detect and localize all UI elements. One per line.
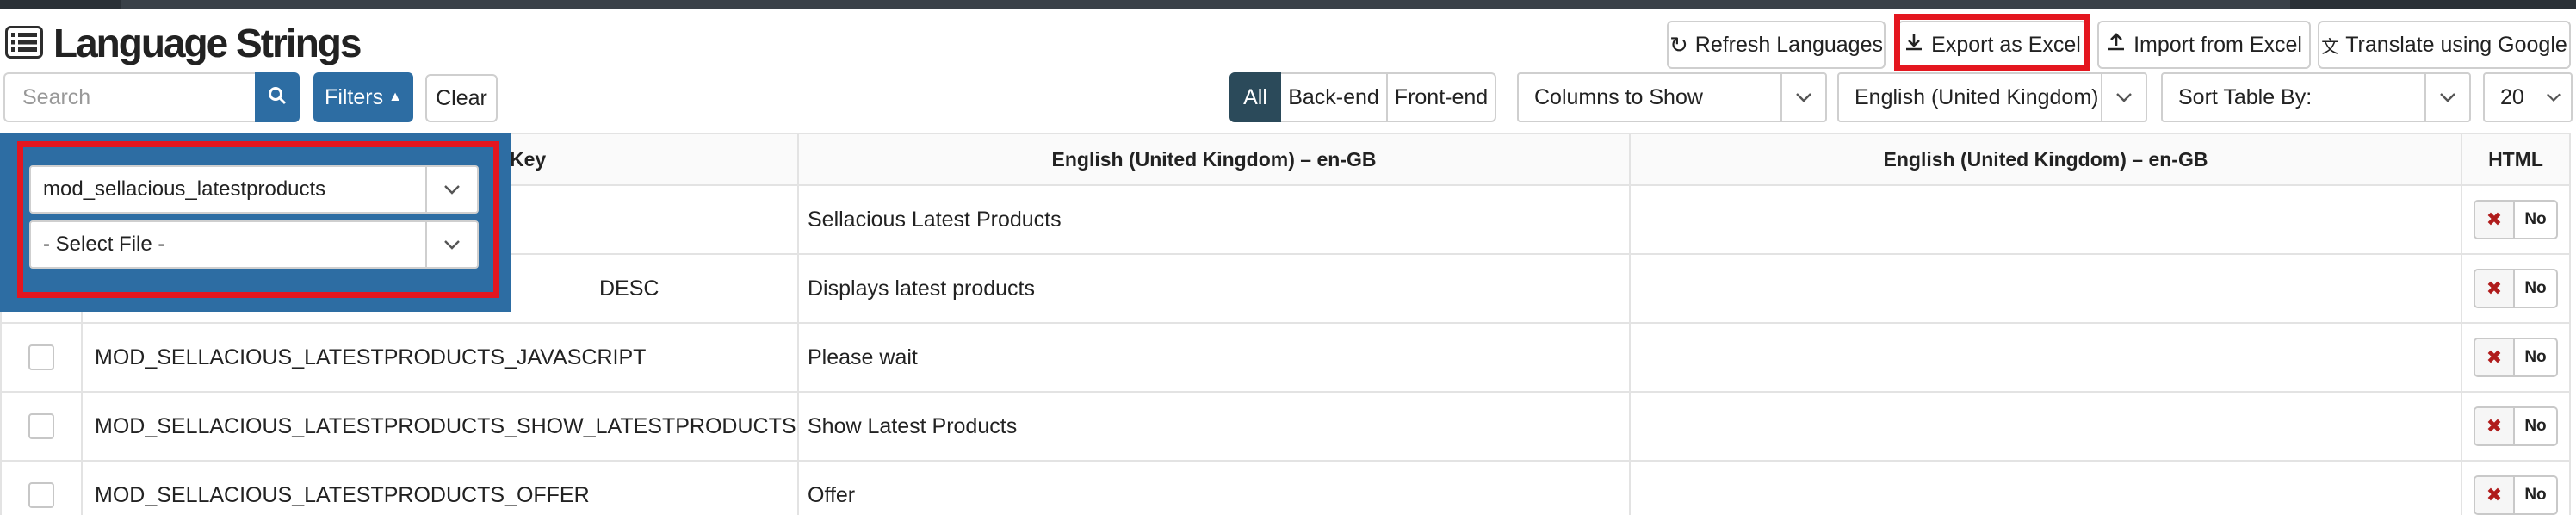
html-toggle[interactable]: ✖ No <box>2474 475 2558 515</box>
language-select-value: English (United Kingdom) <box>1855 84 2099 109</box>
html-toggle[interactable]: ✖ No <box>2474 269 2558 308</box>
string-translation[interactable] <box>1629 253 2462 324</box>
clear-button[interactable]: Clear <box>425 74 498 122</box>
row-checkbox[interactable] <box>28 344 54 370</box>
export-highlight-box <box>1894 14 2090 71</box>
filters-highlight-box <box>17 141 499 298</box>
sort-table-select[interactable]: Sort Table By: <box>2161 72 2471 122</box>
page-header: Language Strings <box>5 19 362 67</box>
list-icon <box>5 26 46 60</box>
search-icon <box>267 85 288 110</box>
search-input[interactable]: Search <box>3 72 257 122</box>
html-toggle-label: No <box>2524 417 2547 435</box>
string-value[interactable]: Sellacious Latest Products <box>797 184 1631 255</box>
lang1-column-header[interactable]: English (United Kingdom) – en-GB <box>797 133 1631 186</box>
html-toggle[interactable]: ✖ No <box>2474 406 2558 446</box>
lang2-column-header[interactable]: English (United Kingdom) – en-GB <box>1629 133 2462 186</box>
html-column-header: HTML <box>2461 133 2571 186</box>
chevron-down-icon <box>2101 74 2146 121</box>
string-translation[interactable] <box>1629 322 2462 393</box>
filters-label: Filters <box>325 84 384 109</box>
translate-icon: 文 <box>2321 37 2339 57</box>
scope-all-tab[interactable]: All <box>1229 72 1281 122</box>
page-size-select[interactable]: 20 <box>2483 72 2573 122</box>
clear-label: Clear <box>436 85 487 110</box>
filters-button[interactable]: Filters ▲ <box>313 72 413 122</box>
chevron-down-icon <box>2536 74 2571 121</box>
string-key: MOD_SELLACIOUS_LATESTPRODUCTS_JAVASCRIPT <box>81 322 799 393</box>
refresh-languages-button[interactable]: ↻ Refresh Languages <box>1667 21 1886 69</box>
translate-google-button[interactable]: 文 Translate using Google <box>2318 21 2571 69</box>
table-row: MOD_SELLACIOUS_LATESTPRODUCTS_SHOW_LATES… <box>0 391 2571 462</box>
string-value[interactable]: Displays latest products <box>797 253 1631 324</box>
string-translation[interactable] <box>1629 391 2462 462</box>
html-toggle-label: No <box>2524 486 2547 504</box>
string-value[interactable]: Show Latest Products <box>797 391 1631 462</box>
upload-icon <box>2106 32 2127 59</box>
caret-up-icon: ▲ <box>388 90 402 104</box>
page-size-value: 20 <box>2500 84 2524 109</box>
scope-frontend-tab[interactable]: Front-end <box>1386 72 1496 122</box>
html-toggle-label: No <box>2524 210 2547 228</box>
string-translation[interactable] <box>1629 184 2462 255</box>
row-checkbox[interactable] <box>28 413 54 439</box>
scope-backend-tab[interactable]: Back-end <box>1281 72 1388 122</box>
search-button[interactable] <box>255 72 300 122</box>
string-value[interactable]: Offer <box>797 460 1631 515</box>
columns-to-show-value: Columns to Show <box>1534 84 1703 109</box>
refresh-icon: ↻ <box>1669 31 1688 58</box>
import-excel-button[interactable]: Import from Excel <box>2097 21 2311 69</box>
html-toggle-label: No <box>2524 279 2547 297</box>
string-translation[interactable] <box>1629 460 2462 515</box>
import-excel-label: Import from Excel <box>2133 32 2302 57</box>
close-icon: ✖ <box>2475 339 2515 375</box>
close-icon: ✖ <box>2475 477 2515 513</box>
close-icon: ✖ <box>2475 202 2515 238</box>
table-row: MOD_SELLACIOUS_LATESTPRODUCTS_OFFER Offe… <box>0 460 2571 515</box>
sort-table-value: Sort Table By: <box>2178 84 2313 109</box>
columns-to-show-select[interactable]: Columns to Show <box>1517 72 1827 122</box>
string-value[interactable]: Please wait <box>797 322 1631 393</box>
refresh-languages-label: Refresh Languages <box>1694 32 1883 57</box>
language-select[interactable]: English (United Kingdom) <box>1837 72 2147 122</box>
html-toggle-label: No <box>2524 348 2547 366</box>
table-row: MOD_SELLACIOUS_LATESTPRODUCTS_JAVASCRIPT… <box>0 322 2571 393</box>
string-key: MOD_SELLACIOUS_LATESTPRODUCTS_SHOW_LATES… <box>81 391 799 462</box>
chevron-down-icon <box>2424 74 2469 121</box>
string-key: MOD_SELLACIOUS_LATESTPRODUCTS_OFFER <box>81 460 799 515</box>
row-checkbox[interactable] <box>28 482 54 508</box>
chevron-down-icon <box>1780 74 1825 121</box>
top-bar <box>0 0 2576 9</box>
page-title: Language Strings <box>53 21 362 65</box>
close-icon: ✖ <box>2475 270 2515 307</box>
close-icon: ✖ <box>2475 408 2515 444</box>
translate-google-label: Translate using Google <box>2345 32 2567 57</box>
html-toggle[interactable]: ✖ No <box>2474 200 2558 239</box>
html-toggle[interactable]: ✖ No <box>2474 338 2558 377</box>
